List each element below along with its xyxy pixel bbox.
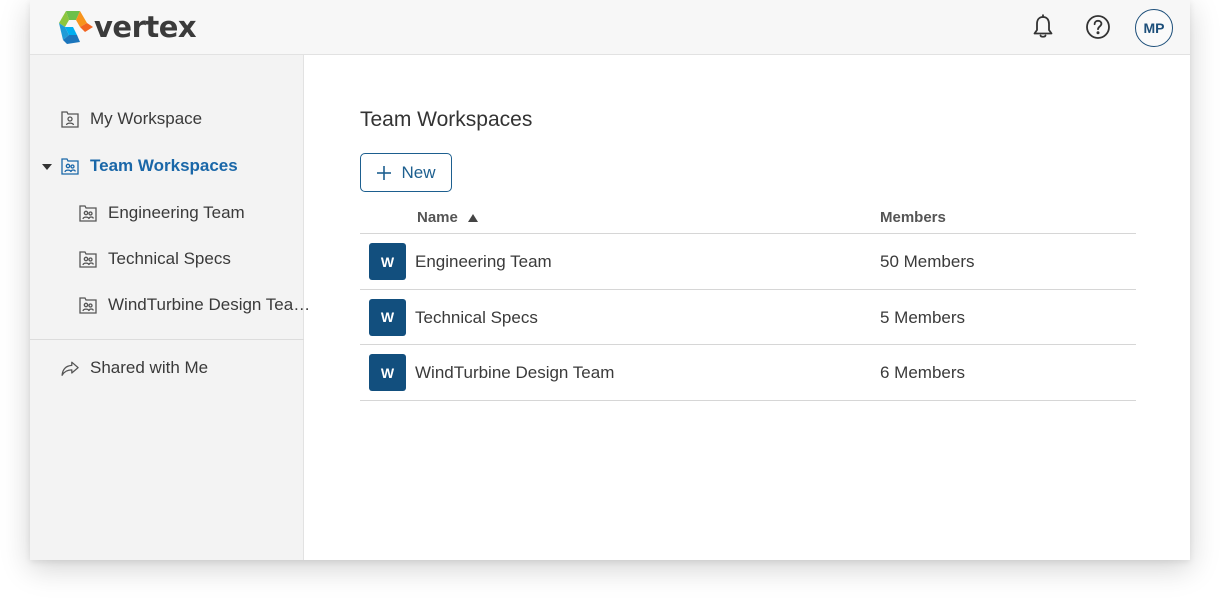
workspace-name: Technical Specs [415,307,538,327]
new-workspace-button[interactable]: New [360,153,452,192]
top-header: vertex MP [30,0,1190,55]
app-window: vertex MP My Workspace Team Workspaces E… [30,0,1190,560]
table-row[interactable]: W WindTurbine Design Team 6 Members [360,345,1136,401]
sidebar-item-team-workspaces[interactable]: Team Workspaces [61,151,238,181]
workspace-name: Engineering Team [415,252,552,271]
caret-down-icon[interactable] [42,162,52,172]
sidebar-item-label: Technical Specs [108,249,231,268]
workspace-badge: W [369,298,406,336]
team-workspace-icon [79,296,97,314]
workspace-members: 50 Members [880,252,975,271]
workspace-members: 5 Members [880,307,966,327]
share-icon [61,359,79,377]
sidebar-item-label: Team Workspaces [90,156,238,175]
sidebar-item-technical-specs[interactable]: Technical Specs [79,244,231,274]
workspace-name: WindTurbine Design Team [415,363,615,382]
sidebar-divider [30,339,304,340]
sidebar-item-engineering-team[interactable]: Engineering Team [79,198,245,228]
table-row[interactable]: W Engineering Team 50 Members [360,234,1136,290]
column-header-members[interactable]: Members [880,209,946,226]
sidebar-item-label: Shared with Me [90,358,209,377]
workspace-icon [61,110,79,128]
new-button-label: New [401,162,436,182]
sidebar: My Workspace Team Workspaces Engineering… [30,55,310,560]
table-row[interactable]: W Technical Specs 5 Members [360,290,1136,345]
column-header-label: Members [880,209,946,226]
bell-icon[interactable] [1028,12,1058,42]
team-workspace-icon [79,250,97,268]
help-icon[interactable] [1083,12,1113,42]
sidebar-item-label: My Workspace [90,109,203,128]
main-content: Team Workspaces New Name Members W Engin… [304,55,1190,560]
sidebar-item-shared-with-me[interactable]: Shared with Me [61,353,208,383]
team-workspace-icon [61,157,79,175]
vertex-logo-icon [59,11,93,44]
plus-icon [377,165,392,180]
sidebar-item-label: Engineering Team [108,203,245,222]
team-workspace-icon [79,204,97,222]
column-header-name[interactable]: Name [417,209,478,226]
workspaces-table: Name Members W Engineering Team 50 Membe… [360,200,1136,401]
sort-ascending-icon [467,213,478,222]
sidebar-item-windturbine-design-team[interactable]: WindTurbine Design Tea… [79,290,310,320]
table-header: Name Members [360,200,1136,234]
column-header-label: Name [417,209,458,226]
vertex-logo[interactable]: vertex [56,8,197,46]
brand-name: vertex [94,10,197,44]
page-title: Team Workspaces [360,108,533,131]
workspace-members: 6 Members [880,363,966,382]
sidebar-item-label: WindTurbine Design Tea… [108,295,311,314]
sidebar-item-my-workspace[interactable]: My Workspace [61,104,202,134]
workspace-badge: W [369,354,406,391]
workspace-badge: W [369,243,406,280]
user-avatar[interactable]: MP [1135,9,1173,47]
